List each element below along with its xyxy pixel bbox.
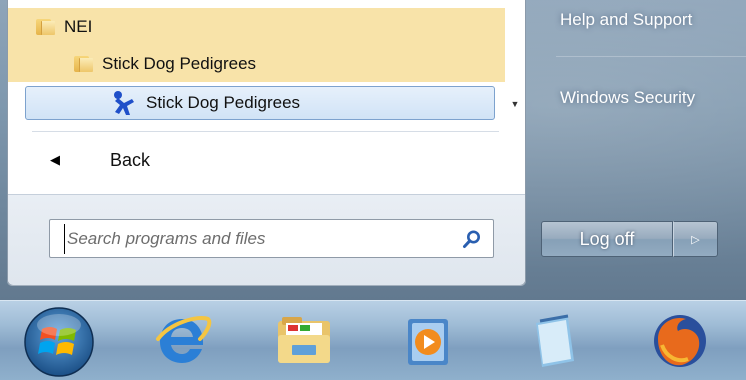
notepad-icon[interactable] <box>522 309 586 373</box>
list-divider <box>32 131 499 132</box>
logoff-group: Log off ▷ <box>541 221 718 257</box>
chevron-down-icon: ▼ <box>510 99 520 109</box>
folder-icon <box>74 55 93 72</box>
program-list: NEI Stick Dog Pedigrees Stick Dog Pedigr… <box>8 0 525 127</box>
internet-explorer-icon[interactable] <box>150 309 214 373</box>
log-off-options-button[interactable]: ▷ <box>673 221 718 257</box>
scroll-down-button[interactable]: ▼ <box>506 92 524 116</box>
folder-label: NEI <box>64 16 93 36</box>
search-input[interactable] <box>64 223 457 254</box>
chevron-right-icon: ▷ <box>691 233 700 246</box>
program-item-stick-dog-pedigrees[interactable]: Stick Dog Pedigrees <box>25 86 495 120</box>
folder-label: Stick Dog Pedigrees <box>102 53 257 73</box>
program-label: Stick Dog Pedigrees <box>146 93 301 112</box>
folder-item-stick-dog-pedigrees[interactable]: Stick Dog Pedigrees <box>8 45 505 82</box>
search-icon <box>463 230 480 248</box>
help-and-support-link[interactable]: Help and Support <box>560 10 692 30</box>
folder-icon <box>36 18 55 35</box>
log-off-button[interactable]: Log off <box>541 221 673 257</box>
folder-item-nei[interactable]: NEI <box>8 8 505 45</box>
stick-dog-icon <box>114 91 134 115</box>
back-button[interactable]: ◀ Back <box>28 140 228 180</box>
search-box <box>49 219 494 258</box>
taskbar <box>0 300 746 380</box>
media-player-icon[interactable] <box>396 309 460 373</box>
right-pane-divider <box>556 56 746 57</box>
start-orb-icon[interactable] <box>22 305 96 379</box>
firefox-icon[interactable] <box>648 309 712 373</box>
file-explorer-icon[interactable] <box>272 309 336 373</box>
search-area <box>8 194 525 285</box>
windows-security-link[interactable]: Windows Security <box>560 88 695 108</box>
programs-pane: NEI Stick Dog Pedigrees Stick Dog Pedigr… <box>7 0 526 285</box>
back-arrow-icon: ◀ <box>50 152 60 167</box>
back-label: Back <box>110 149 151 170</box>
search-button[interactable] <box>457 229 487 249</box>
